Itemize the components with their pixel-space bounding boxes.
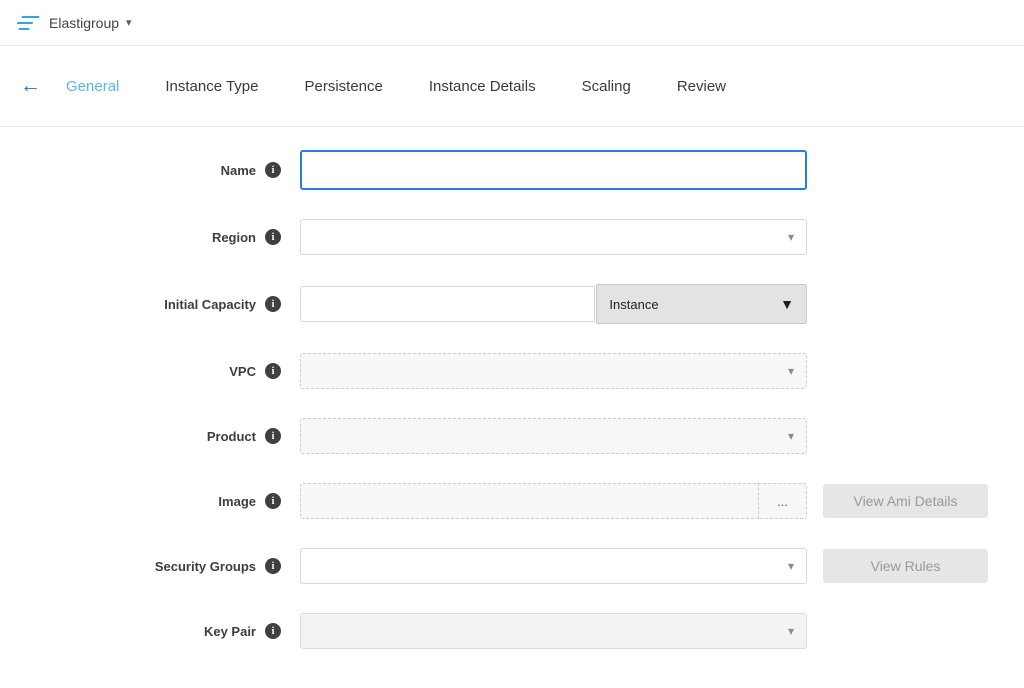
app-title[interactable]: Elastigroup <box>49 15 119 31</box>
form-row-security-groups: Security Groups i ▾ View Rules <box>0 548 1024 584</box>
info-icon[interactable]: i <box>265 493 281 509</box>
product-label: Product <box>207 429 256 444</box>
view-ami-details-button[interactable]: View Ami Details <box>823 484 988 518</box>
tab-persistence[interactable]: Persistence <box>305 78 383 95</box>
tab-general[interactable]: General <box>66 78 119 95</box>
initial-capacity-label: Initial Capacity <box>164 297 256 312</box>
key-pair-label: Key Pair <box>204 624 256 639</box>
image-browse-button[interactable]: ... <box>758 483 807 519</box>
chevron-down-icon: ▾ <box>788 230 794 244</box>
info-icon[interactable]: i <box>265 363 281 379</box>
general-settings-form: Name i Region i ▾ Initial Capacity i Ins <box>0 127 1024 649</box>
info-icon[interactable]: i <box>265 229 281 245</box>
form-row-name: Name i <box>0 150 1024 190</box>
wizard-tab-bar: ← General Instance Type Persistence Inst… <box>0 46 1024 127</box>
chevron-down-icon: ▼ <box>780 296 794 312</box>
tab-review[interactable]: Review <box>677 78 726 95</box>
info-icon[interactable]: i <box>265 428 281 444</box>
image-input <box>300 483 758 519</box>
wizard-tabs: General Instance Type Persistence Instan… <box>66 78 772 95</box>
form-row-region: Region i ▾ <box>0 219 1024 255</box>
app-switcher-caret-icon[interactable]: ▾ <box>126 16 132 29</box>
name-label: Name <box>221 163 256 178</box>
form-row-vpc: VPC i ▾ <box>0 353 1024 389</box>
image-label: Image <box>218 494 256 509</box>
image-field-group: ... <box>300 483 807 519</box>
back-arrow-icon[interactable]: ← <box>20 74 66 98</box>
info-icon[interactable]: i <box>265 162 281 178</box>
vpc-select: ▾ <box>300 353 807 389</box>
initial-capacity-input[interactable] <box>300 286 595 322</box>
info-icon[interactable]: i <box>265 623 281 639</box>
chevron-down-icon: ▾ <box>788 364 794 378</box>
vpc-label: VPC <box>229 364 256 379</box>
chevron-down-icon: ▾ <box>788 559 794 573</box>
form-row-product: Product i ▾ <box>0 418 1024 454</box>
chevron-down-icon: ▾ <box>788 429 794 443</box>
region-select[interactable]: ▾ <box>300 219 807 255</box>
form-row-image: Image i ... View Ami Details <box>0 483 1024 519</box>
elastigroup-logo-icon <box>14 14 42 32</box>
name-input[interactable] <box>300 150 807 190</box>
info-icon[interactable]: i <box>265 296 281 312</box>
chevron-down-icon: ▾ <box>788 624 794 638</box>
form-row-key-pair: Key Pair i ▾ <box>0 613 1024 649</box>
capacity-unit-value: Instance <box>609 297 658 312</box>
form-row-initial-capacity: Initial Capacity i Instance ▼ <box>0 284 1024 324</box>
key-pair-select[interactable]: ▾ <box>300 613 807 649</box>
tab-instance-details[interactable]: Instance Details <box>429 78 536 95</box>
product-select: ▾ <box>300 418 807 454</box>
view-rules-button[interactable]: View Rules <box>823 549 988 583</box>
region-label: Region <box>212 230 256 245</box>
info-icon[interactable]: i <box>265 558 281 574</box>
security-groups-select[interactable]: ▾ <box>300 548 807 584</box>
capacity-unit-select[interactable]: Instance ▼ <box>596 284 807 324</box>
security-groups-label: Security Groups <box>155 559 256 574</box>
tab-instance-type[interactable]: Instance Type <box>165 78 258 95</box>
app-bar: Elastigroup ▾ <box>0 0 1024 46</box>
tab-scaling[interactable]: Scaling <box>582 78 631 95</box>
